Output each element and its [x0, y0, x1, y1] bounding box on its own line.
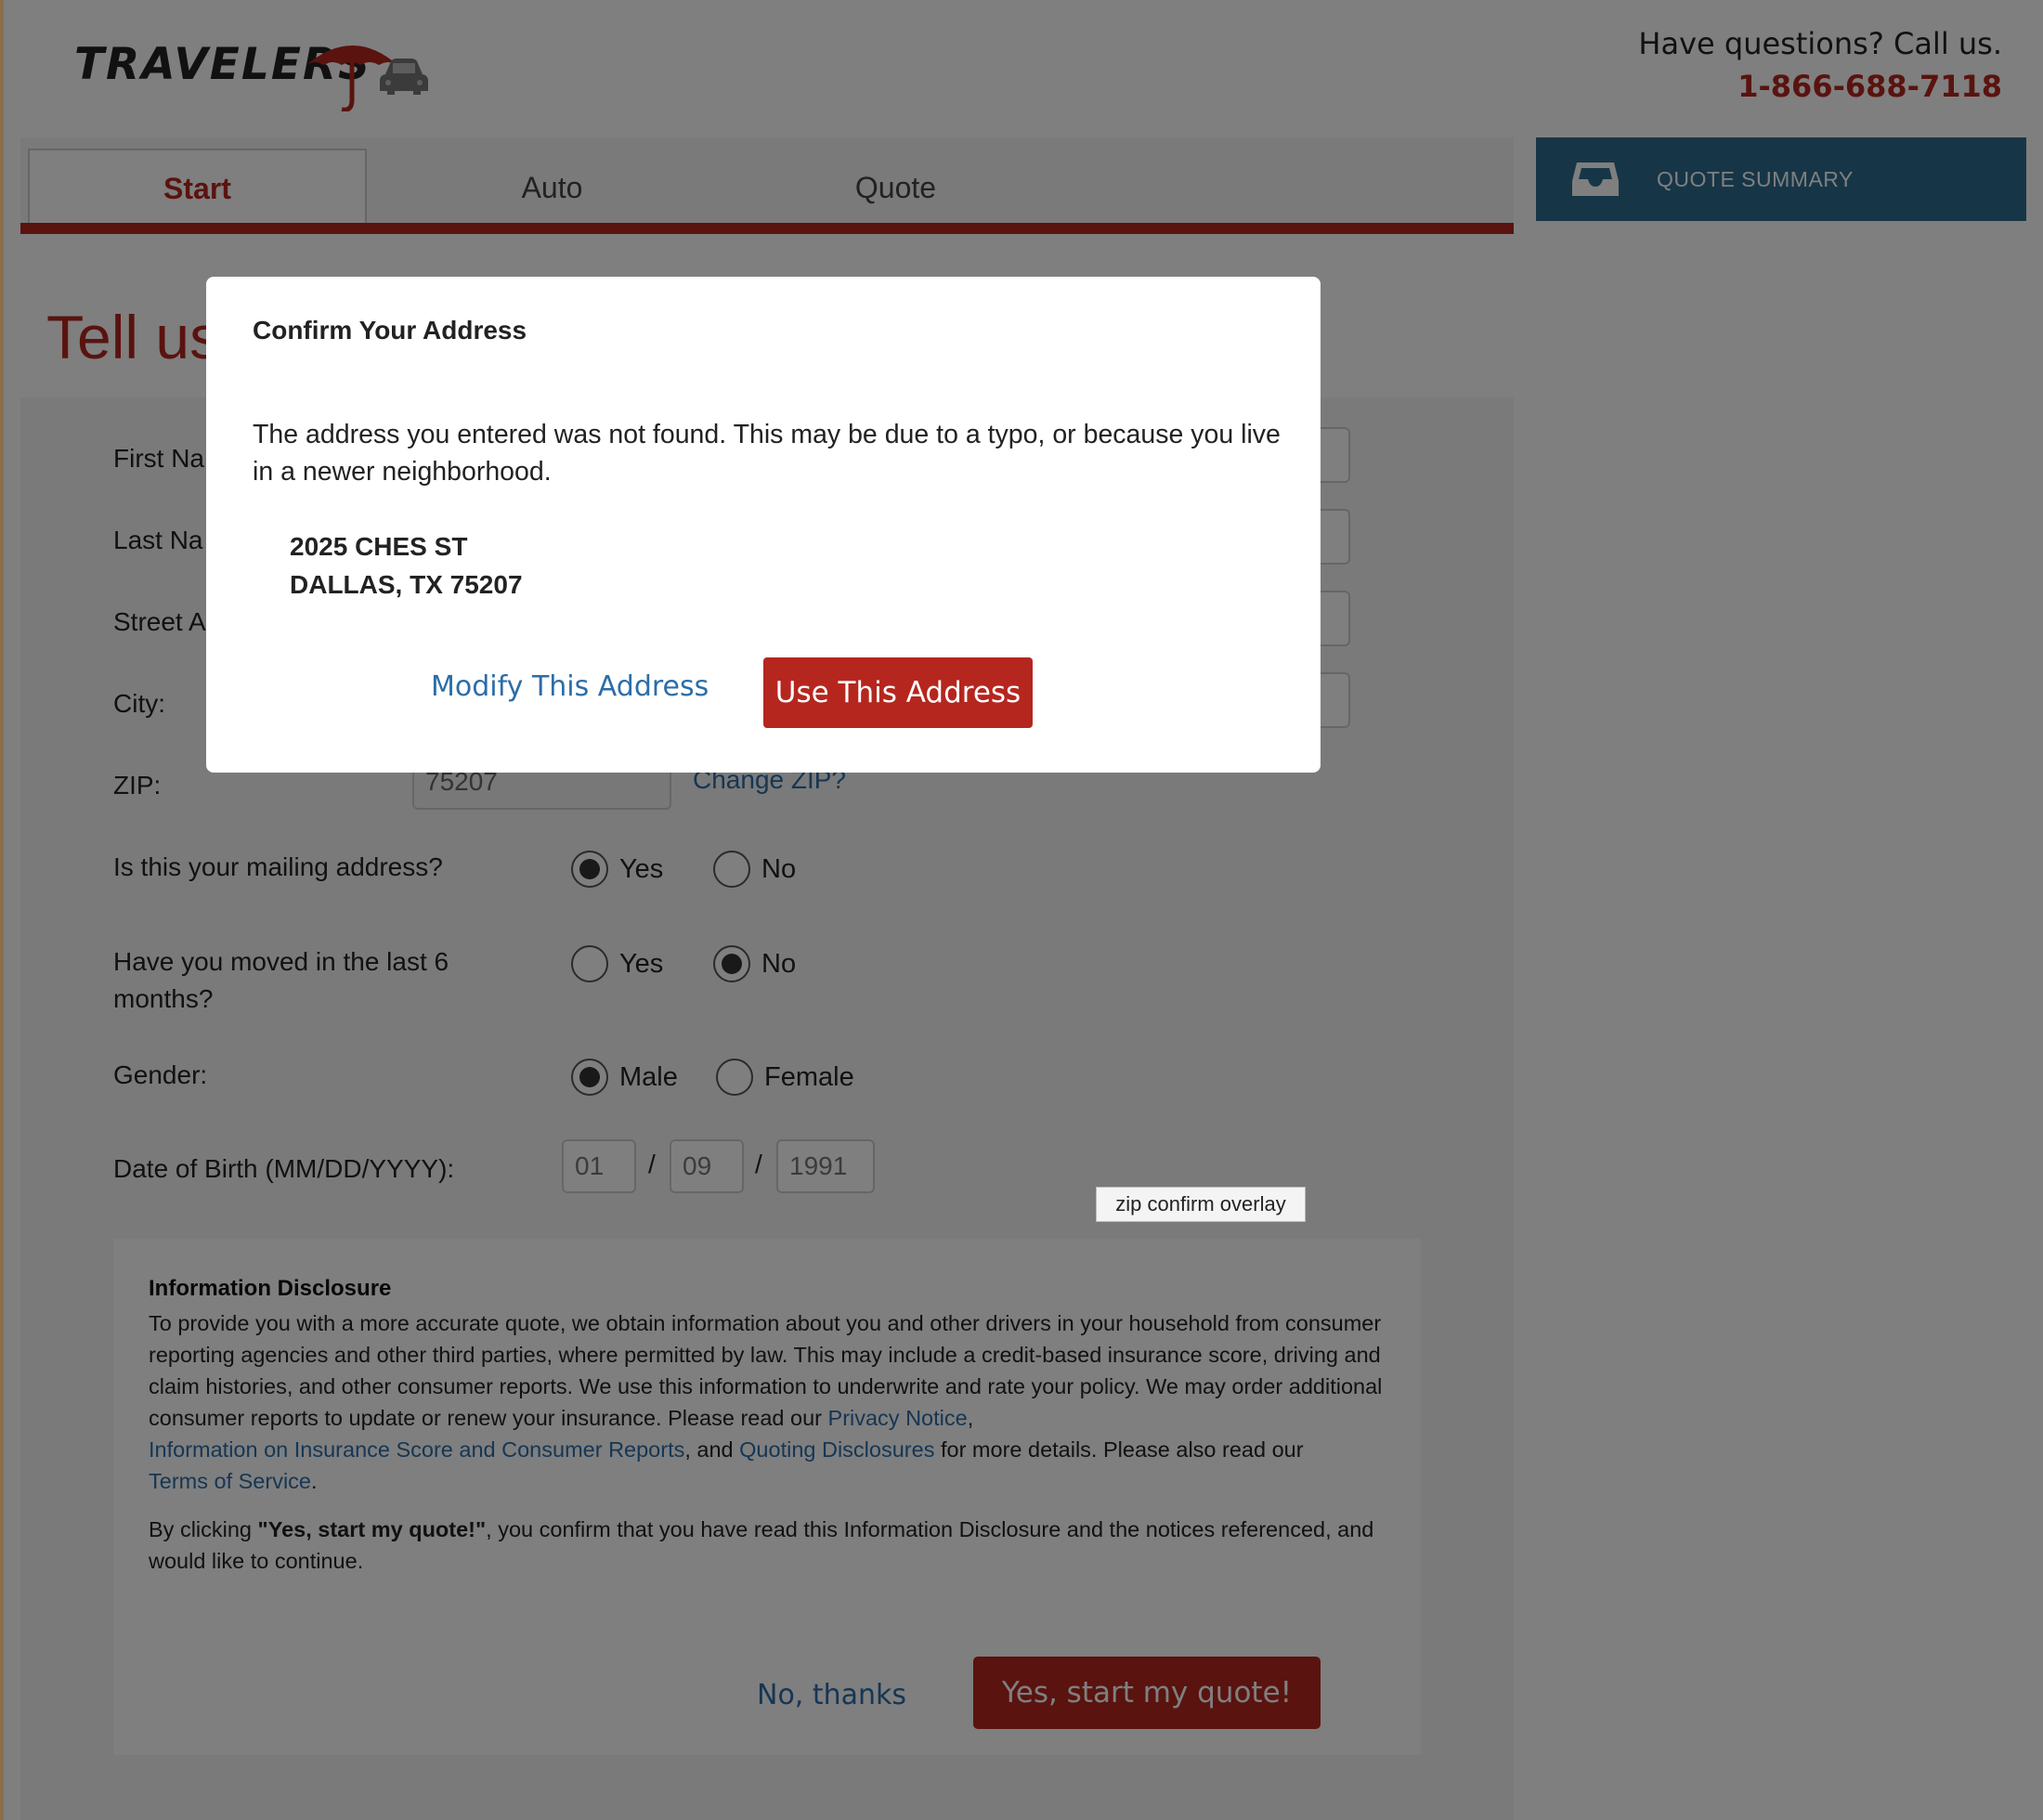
use-address-button[interactable]: Use This Address — [763, 657, 1033, 728]
entered-address: 2025 CHES ST DALLAS, TX 75207 — [290, 527, 523, 604]
confirm-address-dialog: Confirm Your Address The address you ent… — [206, 277, 1321, 773]
window-edge — [0, 0, 4, 1820]
dialog-title: Confirm Your Address — [253, 316, 527, 344]
modal-backdrop[interactable] — [0, 0, 2043, 1820]
address-line-2: DALLAS, TX 75207 — [290, 570, 523, 599]
address-line-1: 2025 CHES ST — [290, 532, 468, 561]
modify-address-link[interactable]: Modify This Address — [431, 670, 709, 703]
dialog-message: The address you entered was not found. T… — [253, 420, 1281, 487]
zip-confirm-tooltip: zip confirm overlay — [1096, 1187, 1306, 1222]
